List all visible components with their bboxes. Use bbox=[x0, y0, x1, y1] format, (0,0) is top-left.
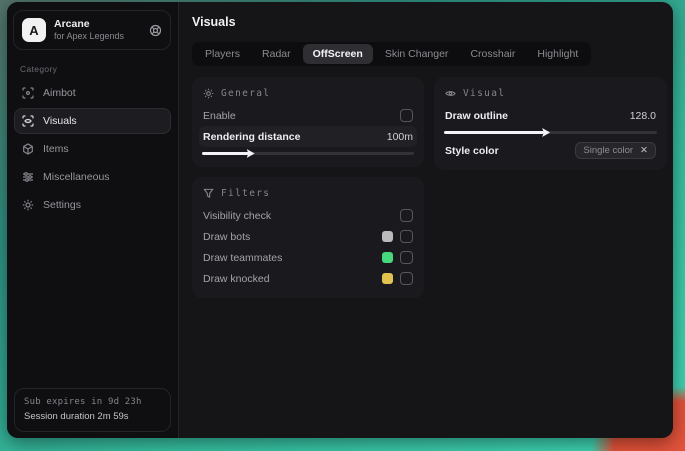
filters-panel: Filters Visibility check Draw bots Draw … bbox=[192, 177, 424, 298]
slider-track bbox=[202, 149, 414, 158]
sun-icon bbox=[203, 88, 214, 99]
page-title: Visuals bbox=[192, 15, 236, 29]
category-label: Category bbox=[20, 64, 58, 75]
eye-icon bbox=[445, 88, 456, 99]
enable-label: Enable bbox=[203, 109, 236, 122]
sidebar-item-label: Miscellaneous bbox=[43, 171, 110, 184]
app-window: A Arcane for Apex Legends Category Aimbo… bbox=[7, 2, 673, 438]
sidebar-item-items[interactable]: Items bbox=[14, 136, 171, 162]
scan-eye-icon bbox=[22, 115, 34, 127]
sidebar-item-aimbot[interactable]: Aimbot bbox=[14, 80, 171, 106]
app-name: Arcane bbox=[54, 18, 90, 30]
enable-checkbox[interactable] bbox=[400, 109, 413, 122]
panels-grid: General Enable Rendering distance 100m F… bbox=[192, 77, 667, 298]
sidebar-item-label: Aimbot bbox=[43, 87, 76, 100]
tab-skin-changer[interactable]: Skin Changer bbox=[375, 44, 459, 64]
sidebar-item-visuals[interactable]: Visuals bbox=[14, 108, 171, 135]
draw-bots-row: Draw bots bbox=[199, 226, 417, 247]
crosshair-scan-icon bbox=[22, 87, 34, 99]
draw-teammates-row: Draw teammates bbox=[199, 247, 417, 268]
sub-expires-text: Sub expires in 9d 23h bbox=[24, 397, 142, 408]
general-panel: General Enable Rendering distance 100m bbox=[192, 77, 424, 167]
style-color-select[interactable]: Single color ✕ bbox=[575, 142, 656, 159]
subscription-status-card: Sub expires in 9d 23h Session duration 2… bbox=[14, 388, 171, 432]
draw-bots-checkbox[interactable] bbox=[400, 230, 413, 243]
draw-bots-color-swatch[interactable] bbox=[382, 231, 393, 242]
visibility-check-row: Visibility check bbox=[199, 205, 417, 226]
sidebar-item-miscellaneous[interactable]: Miscellaneous bbox=[14, 164, 171, 190]
left-column: General Enable Rendering distance 100m F… bbox=[192, 77, 424, 298]
sidebar-nav: Aimbot Visuals Items Miscellaneous Setti… bbox=[7, 80, 178, 218]
general-panel-title: General bbox=[221, 88, 271, 99]
style-color-label: Style color bbox=[445, 144, 499, 157]
rendering-distance-slider[interactable] bbox=[199, 147, 417, 158]
sidebar-item-settings[interactable]: Settings bbox=[14, 192, 171, 218]
tab-offscreen[interactable]: OffScreen bbox=[302, 44, 373, 64]
draw-teammates-color-swatch[interactable] bbox=[382, 252, 393, 263]
draw-outline-slider[interactable] bbox=[441, 126, 660, 137]
slider-fill bbox=[444, 128, 551, 137]
cube-icon bbox=[22, 143, 34, 156]
rendering-distance-row: Rendering distance 100m bbox=[199, 126, 417, 147]
main-content: Visuals Players Radar OffScreen Skin Cha… bbox=[179, 2, 673, 438]
gear-icon bbox=[22, 199, 34, 211]
draw-teammates-checkbox[interactable] bbox=[400, 251, 413, 264]
tab-highlight[interactable]: Highlight bbox=[527, 44, 588, 64]
rendering-distance-value: 100m bbox=[386, 130, 413, 143]
sidebar-item-label: Visuals bbox=[43, 115, 77, 128]
draw-knocked-checkbox[interactable] bbox=[400, 272, 413, 285]
filters-panel-header: Filters bbox=[199, 186, 417, 205]
sidebar-item-label: Items bbox=[43, 143, 69, 156]
session-duration-text: Session duration 2m 59s bbox=[24, 410, 129, 422]
general-panel-header: General bbox=[199, 86, 417, 105]
visual-panel-title: Visual bbox=[463, 88, 506, 99]
sliders-icon bbox=[22, 171, 34, 183]
brand-text: Arcane for Apex Legends bbox=[54, 18, 141, 42]
brand-card: A Arcane for Apex Legends bbox=[13, 10, 171, 51]
help-lifebuoy-icon[interactable] bbox=[149, 24, 162, 37]
funnel-icon bbox=[203, 188, 214, 199]
draw-knocked-row: Draw knocked bbox=[199, 268, 417, 289]
app-subtitle: for Apex Legends bbox=[54, 31, 125, 42]
app-logo: A bbox=[22, 18, 46, 43]
draw-bots-label: Draw bots bbox=[203, 230, 251, 243]
sidebar: A Arcane for Apex Legends Category Aimbo… bbox=[7, 2, 179, 438]
visibility-check-checkbox[interactable] bbox=[400, 209, 413, 222]
tab-bar: Players Radar OffScreen Skin Changer Cro… bbox=[192, 42, 592, 66]
visibility-check-label: Visibility check bbox=[203, 209, 272, 222]
clear-icon[interactable]: ✕ bbox=[640, 146, 648, 156]
tab-players[interactable]: Players bbox=[195, 44, 250, 64]
slider-track bbox=[444, 128, 657, 137]
draw-knocked-color-swatch[interactable] bbox=[382, 273, 393, 284]
rendering-distance-label: Rendering distance bbox=[203, 130, 301, 143]
draw-outline-value: 128.0 bbox=[629, 109, 656, 122]
style-color-value: Single color bbox=[583, 145, 634, 156]
draw-outline-row: Draw outline 128.0 bbox=[441, 105, 660, 126]
slider-thumb[interactable] bbox=[246, 149, 255, 158]
visual-panel-header: Visual bbox=[441, 86, 660, 105]
style-color-row: Style color Single color ✕ bbox=[441, 140, 660, 161]
slider-fill bbox=[202, 149, 255, 158]
slider-thumb[interactable] bbox=[542, 128, 551, 137]
filters-panel-title: Filters bbox=[221, 188, 271, 199]
visual-panel: Visual Draw outline 128.0 Style color Si… bbox=[434, 77, 667, 170]
draw-teammates-label: Draw teammates bbox=[203, 251, 283, 264]
draw-outline-label: Draw outline bbox=[445, 109, 509, 122]
tab-radar[interactable]: Radar bbox=[252, 44, 301, 64]
right-column: Visual Draw outline 128.0 Style color Si… bbox=[434, 77, 667, 170]
enable-row: Enable bbox=[199, 105, 417, 126]
tab-crosshair[interactable]: Crosshair bbox=[460, 44, 525, 64]
sidebar-item-label: Settings bbox=[43, 199, 81, 212]
draw-knocked-label: Draw knocked bbox=[203, 272, 270, 285]
